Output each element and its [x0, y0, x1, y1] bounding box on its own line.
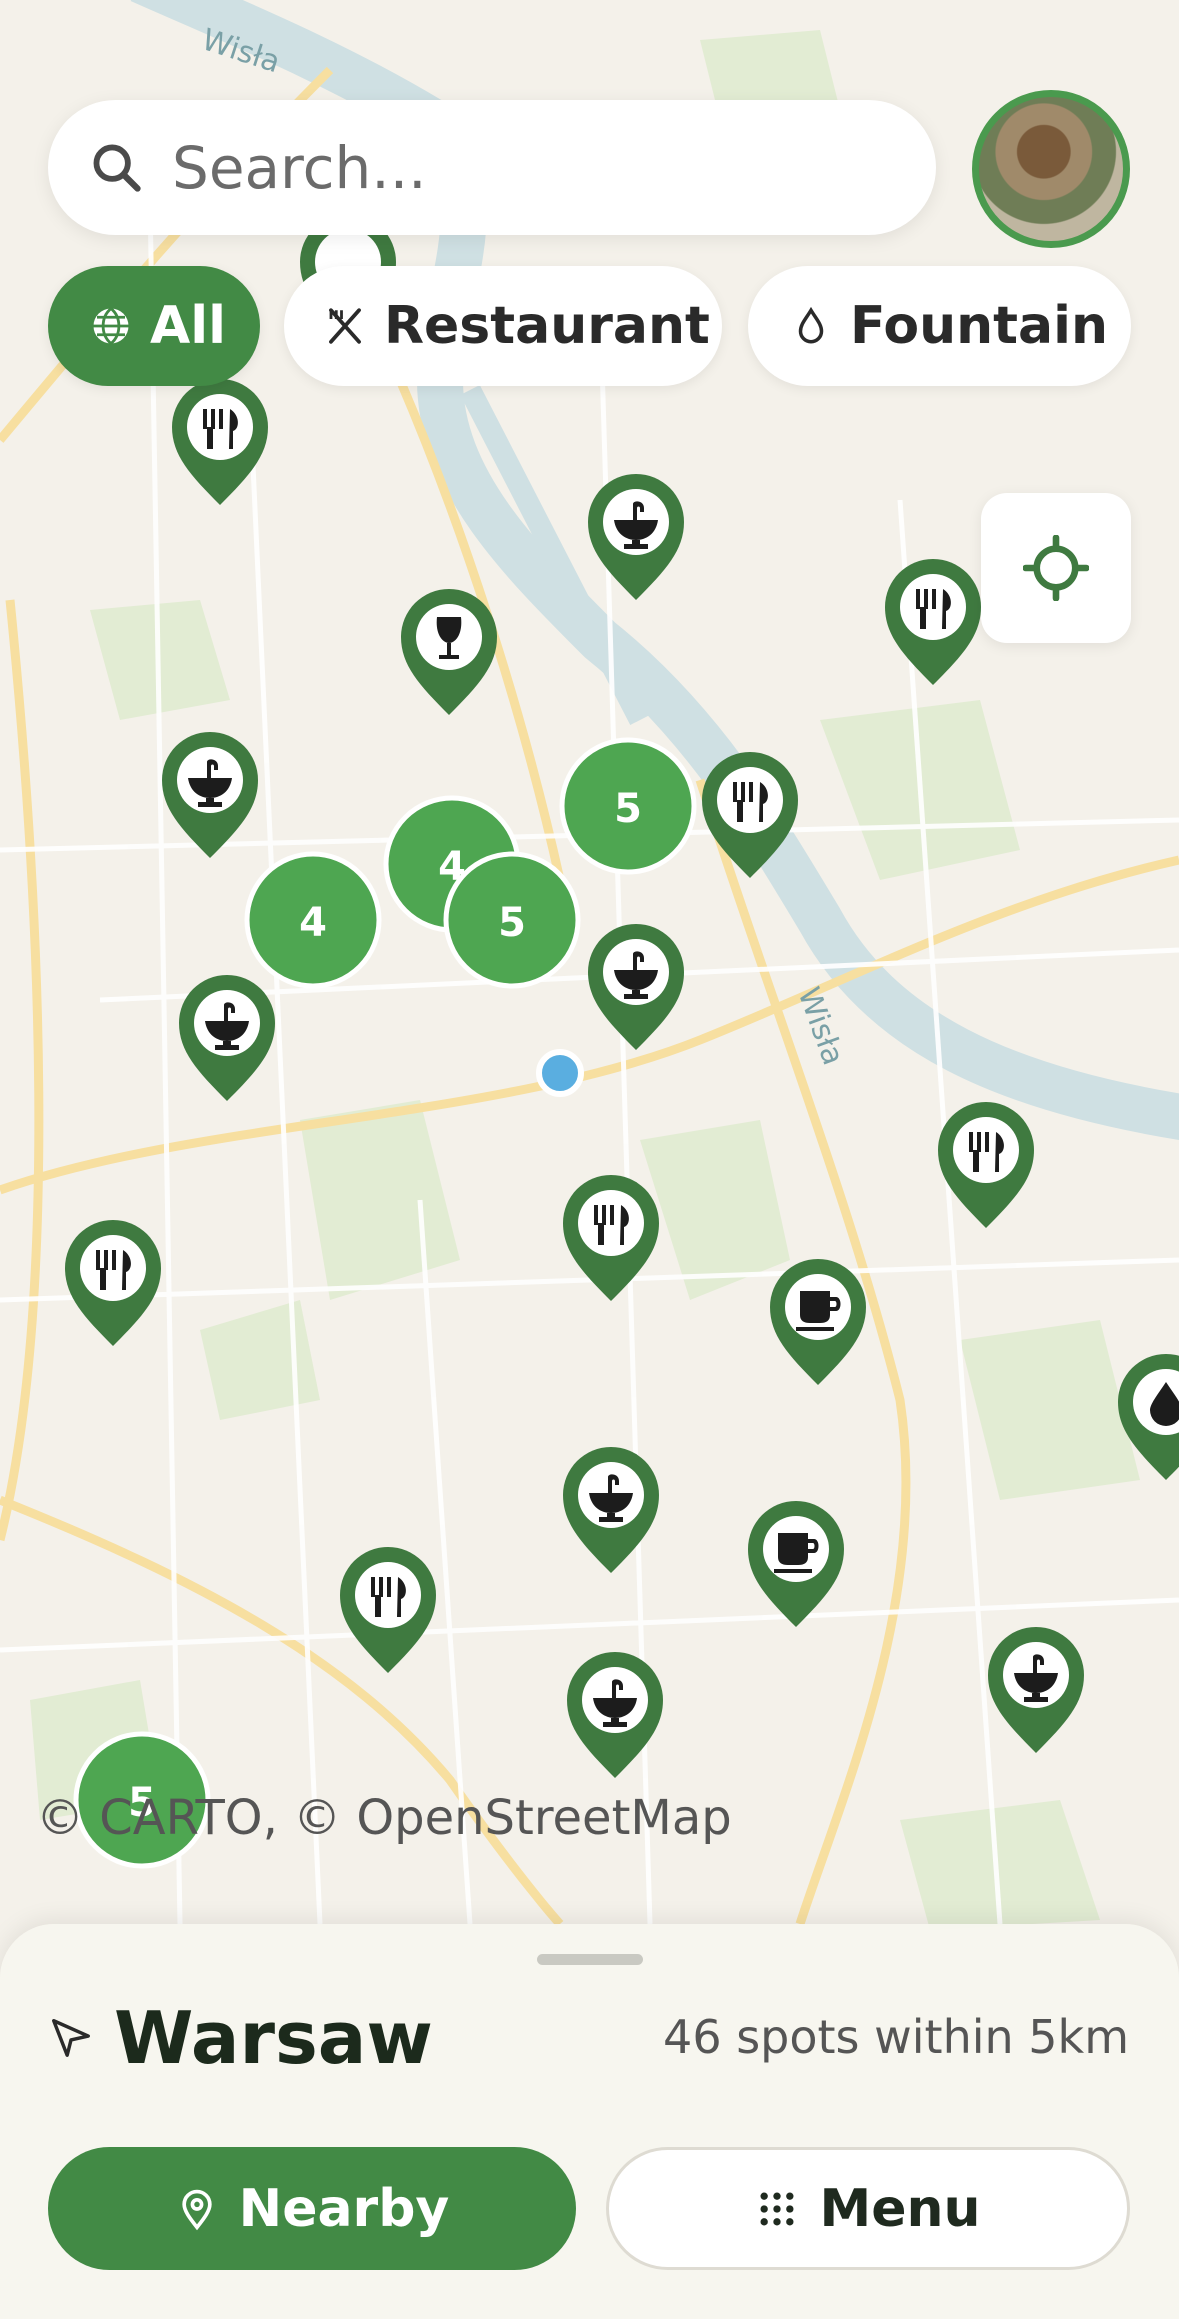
user-location-dot	[536, 1049, 584, 1097]
globe-icon	[93, 307, 129, 345]
cluster-count: 5	[614, 786, 642, 832]
menu-button[interactable]: Menu	[606, 2147, 1130, 2270]
spots-count: 46 spots within 5km	[663, 2010, 1129, 2064]
search-input[interactable]	[170, 132, 874, 203]
sheet-drag-handle[interactable]	[537, 1954, 643, 1965]
grid-dots-icon	[760, 2192, 794, 2225]
cluster-count: 5	[498, 900, 526, 946]
crosshair-icon	[1023, 535, 1089, 601]
navigation-arrow-icon	[52, 2019, 90, 2057]
filter-chip-restaurant[interactable]: Restaurant	[284, 266, 722, 386]
filter-chip-label: Fountain	[850, 296, 1108, 356]
filter-chip-label: All	[150, 296, 226, 356]
search-icon	[93, 144, 141, 192]
city-header: Warsaw	[48, 1996, 433, 2080]
cluster-marker[interactable]: 5	[559, 737, 697, 875]
search-bar[interactable]	[48, 100, 936, 235]
cluster-marker[interactable]: 4	[244, 851, 382, 989]
filter-chip-all[interactable]: All	[48, 266, 260, 386]
nearby-label: Nearby	[238, 2178, 450, 2239]
cluster-marker[interactable]: 5	[443, 851, 581, 989]
nearby-button[interactable]: Nearby	[48, 2147, 576, 2270]
profile-avatar[interactable]	[972, 90, 1130, 248]
locate-me-button[interactable]	[981, 493, 1131, 643]
filter-chip-label: Restaurant	[384, 296, 710, 356]
menu-label: Menu	[819, 2178, 981, 2239]
drop-icon	[798, 306, 824, 344]
city-name: Warsaw	[114, 1996, 433, 2080]
map-pin-icon	[182, 2189, 212, 2230]
cluster-count: 4	[299, 900, 327, 946]
map-attribution[interactable]: © CARTO, © OpenStreetMap	[36, 1790, 732, 1846]
filter-chip-fountain[interactable]: Fountain	[748, 266, 1131, 386]
utensils-icon	[329, 308, 361, 344]
